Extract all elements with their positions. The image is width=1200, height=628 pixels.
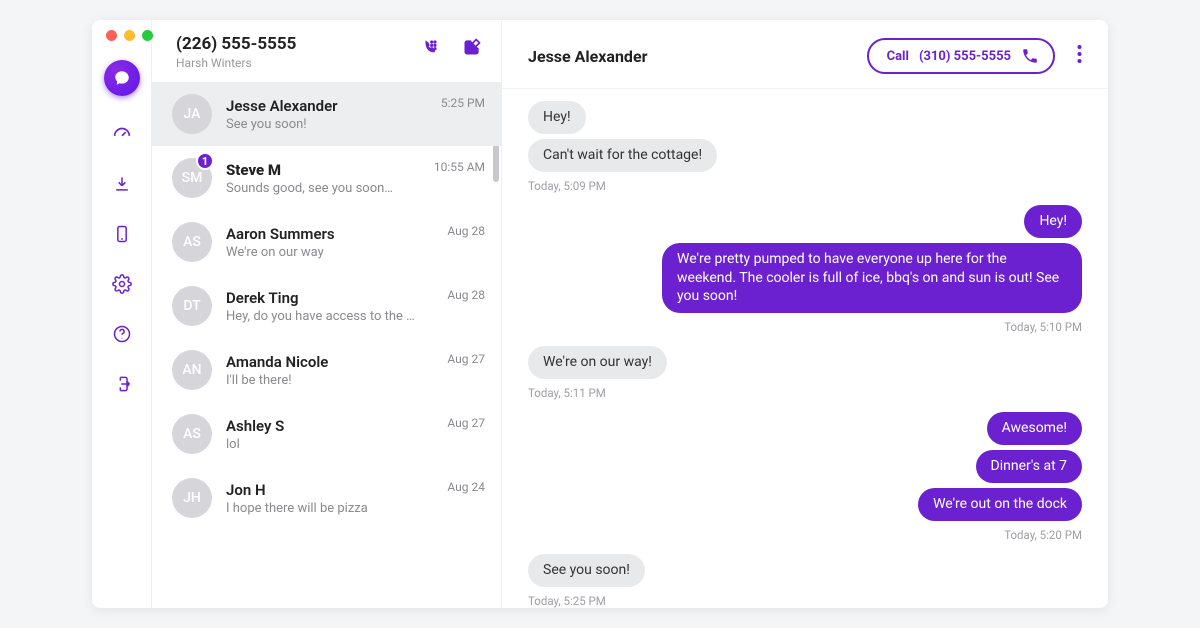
outgoing-message-group: Awesome! Dinner's at 7 We're out on the do… [528,412,1082,546]
account-username: Harsh Winters [176,56,296,70]
compose-icon[interactable] [461,36,483,58]
avatar: DT [172,286,212,326]
conversation-header: (226) 555-5555 Harsh Winters [152,20,501,82]
call-button-number: (310) 555-5555 [919,49,1011,64]
call-button-label: Call [887,49,909,64]
outgoing-message-group: Hey! We're pretty pumped to have everyone… [528,205,1082,339]
app-logo-chat-icon[interactable] [104,60,140,96]
app-window: (226) 555-5555 Harsh Winters [92,20,1108,608]
chat-title: Jesse Alexander [528,47,647,66]
conversation-preview: See you soon! [226,117,426,132]
conversation-item[interactable]: AN Amanda Nicole I'll be there! Aug 27 [152,338,501,402]
conversation-item[interactable]: JH Jon H I hope there will be pizza Aug 24 [152,466,501,530]
settings-gear-icon[interactable] [110,272,134,296]
conversation-column: (226) 555-5555 Harsh Winters [152,20,502,608]
conversation-name: Jon H [226,481,447,499]
message-timestamp: Today, 5:11 PM [528,386,606,400]
conversation-item[interactable]: DT Derek Ting Hey, do you have access to t… [152,274,501,338]
conversation-list[interactable]: JAJesse AlexanderSee you soon!5:25 PMSM1… [152,82,501,608]
conversation-time: Aug 28 [447,224,485,238]
message-bubble: Can't wait for the cottage! [528,139,717,172]
avatar: AN [172,350,212,390]
conversation-time: 10:55 AM [434,160,485,174]
message-bubble: Dinner's at 7 [976,450,1082,483]
message-bubble: We're out on the dock [918,488,1082,521]
conversation-preview: I'll be there! [226,373,426,388]
message-bubble: We're on our way! [528,346,667,379]
account-phone-number: (226) 555-5555 [176,34,296,54]
conversation-name: Jesse Alexander [226,97,441,115]
message-timestamp: Today, 5:09 PM [528,179,606,193]
message-bubble: Awesome! [987,412,1082,445]
conversation-name: Amanda Nicole [226,353,447,371]
nav-rail [92,20,152,608]
conversation-item[interactable]: SM1Steve MSounds good, see you soon…10:5… [152,146,501,210]
download-icon[interactable] [110,172,134,196]
conversation-time: Aug 27 [447,416,485,430]
logout-icon[interactable] [110,372,134,396]
phone-icon [1021,47,1039,65]
avatar: AS [172,222,212,262]
message-bubble: See you soon! [528,554,645,587]
chat-column: Jesse Alexander Call (310) 555-5555 Hey!… [502,20,1108,608]
avatar: AS [172,414,212,454]
message-bubble: Hey! [528,101,586,134]
dashboard-gauge-icon[interactable] [110,122,134,146]
more-menu-icon[interactable] [1073,40,1086,72]
chat-header: Jesse Alexander Call (310) 555-5555 [502,20,1108,89]
incoming-message-group: We're on our way! Today, 5:11 PM [528,346,1082,404]
conversation-name: Derek Ting [226,289,447,307]
conversation-name: Steve M [226,161,434,179]
maximize-window-icon[interactable] [142,30,153,41]
avatar: JA [172,94,212,134]
conversation-preview: We're on our way [226,245,426,260]
conversation-time: Aug 27 [447,352,485,366]
conversation-item[interactable]: JA Jesse Alexander See you soon! 5:25 PM [152,82,501,146]
message-timestamp: Today, 5:10 PM [1004,320,1082,334]
incoming-message-group: Hey! Can't wait for the cottage! Today, 5:… [528,101,1082,197]
window-controls [106,30,153,41]
call-button[interactable]: Call (310) 555-5555 [867,38,1055,74]
dialpad-icon[interactable] [419,36,441,58]
message-bubble: Hey! [1024,205,1082,238]
device-phone-icon[interactable] [110,222,134,246]
conversation-preview: Hey, do you have access to the … [226,309,426,324]
unread-badge: 1 [196,152,214,170]
conversation-time: Aug 28 [447,288,485,302]
conversation-time: Aug 24 [447,480,485,494]
help-icon[interactable] [110,322,134,346]
conversation-name: Ashley S [226,417,447,435]
conversation-item[interactable]: AS Ashley S lol Aug 27 [152,402,501,466]
message-bubble: We're pretty pumped to have everyone up … [662,243,1082,314]
conversation-name: Aaron Summers [226,225,447,243]
chat-body[interactable]: Hey! Can't wait for the cottage! Today, 5:… [502,89,1108,608]
conversation-preview: Sounds good, see you soon… [226,181,426,196]
minimize-window-icon[interactable] [124,30,135,41]
conversation-item[interactable]: AS Aaron Summers We're on our way Aug 28 [152,210,501,274]
message-timestamp: Today, 5:20 PM [1004,528,1082,542]
close-window-icon[interactable] [106,30,117,41]
conversation-time: 5:25 PM [441,96,485,110]
avatar: JH [172,478,212,518]
conversation-preview: I hope there will be pizza [226,501,426,516]
message-timestamp: Today, 5:25 PM [528,594,606,608]
conversation-preview: lol [226,437,426,452]
incoming-message-group: See you soon! Today, 5:25 PM [528,554,1082,608]
